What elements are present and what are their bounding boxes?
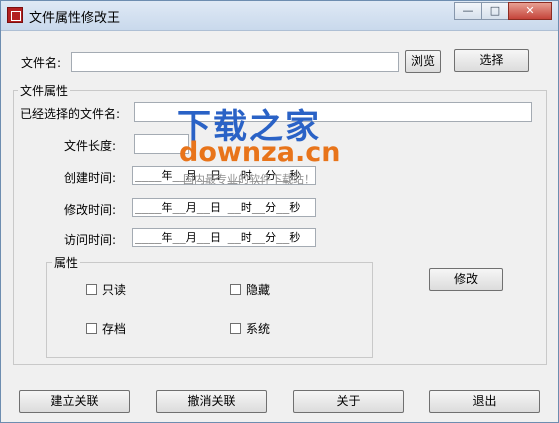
close-button[interactable]: ✕: [508, 2, 552, 20]
associate-button[interactable]: 建立关联: [19, 390, 130, 413]
maximize-button[interactable]: □: [481, 2, 509, 20]
watermark-slogan: 国内最专业的软件下载站！: [183, 173, 315, 186]
archive-label: 存档: [102, 322, 127, 336]
app-icon: [7, 7, 23, 23]
file-attributes-title: 文件属性: [18, 82, 71, 99]
selected-file-name-label: 已经选择的文件名:: [20, 107, 121, 121]
flags-group: [46, 262, 373, 358]
window-title: 文件属性修改王: [29, 11, 121, 26]
accessed-time-label: 访问时间:: [64, 233, 117, 247]
exit-button[interactable]: 退出: [429, 390, 540, 413]
title-bar[interactable]: 文件属性修改王 — □ ✕: [1, 1, 558, 31]
hidden-label: 隐藏: [246, 283, 271, 297]
file-name-label: 文件名:: [21, 56, 62, 70]
system-label: 系统: [246, 322, 271, 336]
minimize-button[interactable]: —: [454, 2, 482, 20]
main-window: 文件属性修改王 — □ ✕ 文件名: 浏览 选择 文件属性 已经选择的文件名: …: [0, 0, 559, 423]
file-name-input[interactable]: [71, 52, 399, 72]
unassociate-button[interactable]: 撤消关联: [156, 390, 267, 413]
accessed-time-field[interactable]: ____年__月__日 __时__分__秒: [132, 228, 316, 247]
hidden-checkbox[interactable]: [230, 284, 241, 295]
archive-checkbox[interactable]: [86, 323, 97, 334]
modified-time-field[interactable]: ____年__月__日 __时__分__秒: [132, 198, 316, 217]
flags-group-title: 属性: [52, 254, 81, 271]
file-length-label: 文件长度:: [64, 139, 117, 153]
about-button[interactable]: 关于: [293, 390, 404, 413]
readonly-checkbox[interactable]: [86, 284, 97, 295]
system-checkbox[interactable]: [230, 323, 241, 334]
select-button[interactable]: 选择: [454, 49, 529, 72]
browse-button[interactable]: 浏览: [405, 50, 441, 73]
readonly-label: 只读: [102, 283, 127, 297]
created-time-label: 创建时间:: [64, 171, 117, 185]
modify-button[interactable]: 修改: [429, 268, 503, 291]
modified-time-label: 修改时间:: [64, 203, 117, 217]
watermark-domain: downza.cn: [179, 137, 341, 168]
